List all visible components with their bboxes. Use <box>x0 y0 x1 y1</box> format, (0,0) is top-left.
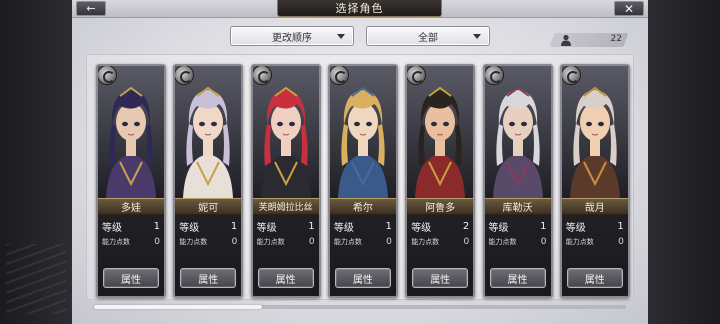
filter-dropdown[interactable]: 全部 <box>366 26 490 46</box>
ability-points-value: 0 <box>308 237 315 247</box>
right-decor <box>648 0 720 324</box>
character-card[interactable]: 妮可 等级 1 能力点数 0 属性 <box>173 64 244 298</box>
title-plate: 选择角色 <box>277 0 442 17</box>
character-name: 阿鲁多 <box>407 198 474 215</box>
character-portrait <box>98 66 164 198</box>
character-name: 希尔 <box>329 198 396 215</box>
ability-points-label: 能力点数 <box>333 238 362 246</box>
level-value: 1 <box>617 220 624 232</box>
level-row: 等级 1 <box>256 219 315 234</box>
character-card[interactable]: 阿鲁多 等级 2 能力点数 0 属性 <box>405 64 476 298</box>
level-row: 等级 1 <box>333 219 392 234</box>
back-button[interactable]: ← <box>76 1 106 16</box>
sort-dropdown[interactable]: 更改顺序 <box>230 26 354 46</box>
character-name: 多娃 <box>98 198 164 215</box>
element-badge-icon <box>561 66 581 85</box>
character-count: 22 <box>610 34 622 44</box>
character-portrait <box>252 66 319 198</box>
character-name: 哉月 <box>561 198 628 215</box>
level-row: 等级 2 <box>411 219 470 234</box>
ability-points-row: 能力点数 0 <box>566 236 624 248</box>
ability-points-label: 能力点数 <box>102 238 130 246</box>
level-label: 等级 <box>411 222 432 234</box>
ability-points-row: 能力点数 0 <box>257 236 315 248</box>
character-card[interactable]: 哉月 等级 1 能力点数 0 属性 <box>559 64 630 298</box>
character-name: 妮可 <box>175 198 242 215</box>
level-label: 等级 <box>179 222 200 234</box>
character-portrait <box>407 66 474 198</box>
element-badge-icon <box>252 66 272 85</box>
attribute-button[interactable]: 属性 <box>334 268 391 288</box>
character-portrait <box>484 66 551 198</box>
attribute-button[interactable]: 属性 <box>180 268 237 288</box>
ability-points-label: 能力点数 <box>411 238 440 246</box>
ability-points-value: 0 <box>386 237 392 247</box>
level-row: 等级 1 <box>488 219 547 234</box>
level-value: 2 <box>462 220 470 232</box>
element-badge-icon <box>484 66 504 85</box>
character-portrait <box>561 66 628 198</box>
ability-points-label: 能力点数 <box>179 238 208 246</box>
character-name: 库勒沃 <box>484 198 551 215</box>
ability-points-row: 能力点数 0 <box>411 236 469 248</box>
attribute-button[interactable]: 属性 <box>412 268 469 288</box>
character-portrait <box>329 66 396 198</box>
person-icon <box>561 34 571 46</box>
character-card[interactable]: 库勒沃 等级 1 能力点数 0 属性 <box>482 64 553 298</box>
level-value: 1 <box>385 220 392 232</box>
attribute-button[interactable]: 属性 <box>103 268 159 288</box>
ability-points-label: 能力点数 <box>565 238 594 246</box>
level-label: 等级 <box>565 222 586 234</box>
level-label: 等级 <box>333 222 354 234</box>
attribute-button[interactable]: 属性 <box>566 268 623 288</box>
character-card[interactable]: 芙朗姆拉比丝 等级 1 能力点数 0 属性 <box>250 64 321 298</box>
ability-points-value: 0 <box>540 237 547 247</box>
level-row: 等级 1 <box>179 219 238 234</box>
level-value: 1 <box>230 220 238 232</box>
character-card[interactable]: 希尔 等级 1 能力点数 0 属性 <box>327 64 398 298</box>
level-row: 等级 1 <box>565 219 624 234</box>
ability-points-row: 能力点数 0 <box>489 236 547 248</box>
ability-points-row: 能力点数 0 <box>334 236 392 248</box>
level-value: 1 <box>540 220 547 232</box>
ability-points-label: 能力点数 <box>256 238 285 246</box>
chevron-down-icon <box>337 34 345 39</box>
close-button[interactable]: ✕ <box>614 1 644 16</box>
ability-points-value: 0 <box>231 237 238 247</box>
ability-points-value: 0 <box>154 237 160 247</box>
filter-dropdown-label: 全部 <box>418 32 438 44</box>
character-card[interactable]: 多娃 等级 1 能力点数 0 属性 <box>96 64 166 298</box>
attribute-button[interactable]: 属性 <box>489 268 546 288</box>
character-portrait <box>175 66 242 198</box>
ability-points-row: 能力点数 0 <box>102 236 160 248</box>
arrow-left-icon: ← <box>86 2 96 15</box>
ability-points-value: 0 <box>463 237 470 247</box>
ability-points-value: 0 <box>618 237 624 247</box>
level-label: 等级 <box>488 222 509 234</box>
page-title: 选择角色 <box>335 2 384 15</box>
element-badge-icon <box>98 66 117 85</box>
sort-dropdown-label: 更改顺序 <box>272 32 312 44</box>
element-badge-icon <box>329 66 349 85</box>
scrollbar-thumb[interactable] <box>94 305 262 309</box>
level-label: 等级 <box>102 222 122 234</box>
level-value: 1 <box>153 220 160 232</box>
left-decor <box>0 0 72 324</box>
level-row: 等级 1 <box>102 219 160 234</box>
close-icon: ✕ <box>623 1 635 16</box>
chevron-down-icon <box>473 34 481 39</box>
level-label: 等级 <box>256 222 277 234</box>
ability-points-label: 能力点数 <box>488 238 517 246</box>
level-value: 1 <box>308 220 315 232</box>
attribute-button[interactable]: 属性 <box>257 268 314 288</box>
ability-points-row: 能力点数 0 <box>179 236 237 248</box>
character-name: 芙朗姆拉比丝 <box>252 198 319 215</box>
